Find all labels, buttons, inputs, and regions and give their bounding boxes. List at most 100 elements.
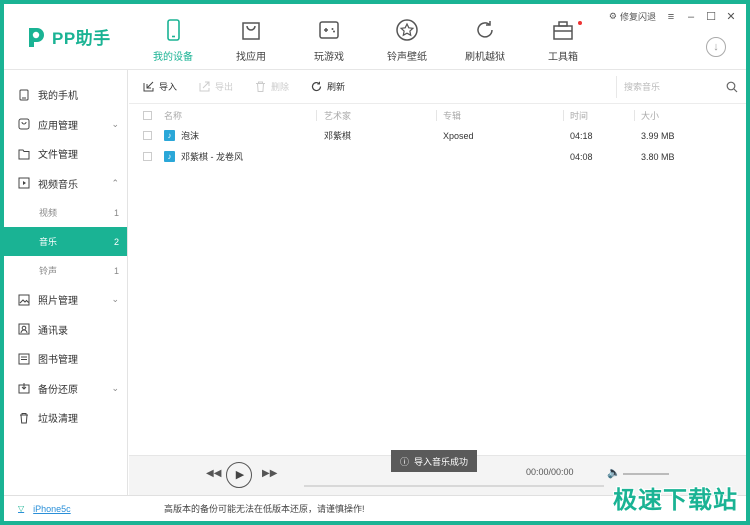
sidebar-item-video-music[interactable]: 视频音乐 ⌃ (4, 169, 127, 199)
sidebar-subitem-ringtone[interactable]: 铃声 1 (4, 256, 127, 285)
maximize-button[interactable]: ☐ (706, 10, 716, 23)
repair-crash-link[interactable]: ⚙ 修复闪退 (609, 10, 656, 23)
sidebar-item-photos[interactable]: 照片管理 ⌄ (4, 285, 127, 315)
time-cell: 04:18 (570, 130, 593, 141)
column-header-time[interactable]: 时间 (570, 109, 588, 122)
progress-bar[interactable] (304, 485, 604, 487)
sidebar-item-label: 视频音乐 (38, 179, 78, 191)
sidebar-subitem-video[interactable]: 视频 1 (4, 198, 127, 227)
refresh-icon (477, 21, 493, 38)
select-all-checkbox[interactable] (143, 110, 152, 120)
previous-track-button[interactable]: ◀◀ (206, 468, 221, 479)
sidebar-item-books[interactable]: 图书管理 (4, 344, 127, 374)
export-label: 导出 (215, 82, 234, 92)
sidebar-item-contacts[interactable]: 通讯录 (4, 315, 127, 345)
toast-notification: ⓘ 导入音乐成功 (391, 450, 477, 472)
nav-find-apps[interactable]: 找应用 (212, 18, 290, 63)
nav-label: 找应用 (236, 52, 266, 63)
row-checkbox[interactable] (143, 131, 152, 140)
nav-my-device[interactable]: 我的设备 (134, 18, 212, 63)
sidebar-item-label: 通讯录 (38, 325, 68, 337)
settings-icon: ⚙ (608, 11, 617, 21)
next-track-button[interactable]: ▶▶ (262, 468, 277, 479)
column-header-artist[interactable]: 艺术家 (324, 109, 351, 122)
import-label: 导入 (159, 82, 178, 92)
sidebar-subitem-count: 1 (113, 207, 119, 218)
table-row[interactable]: ♪ 泡沫 邓紫棋 Xposed 04:18 3.99 MB (129, 125, 746, 146)
download-icon: ↓ (713, 41, 719, 53)
column-header-name[interactable]: 名称 (164, 109, 182, 122)
export-button[interactable]: 导出 (199, 80, 233, 93)
nav-label: 工具箱 (548, 52, 578, 63)
repair-label: 修复闪退 (619, 12, 656, 22)
trash-icon (256, 81, 266, 92)
sidebar-item-my-phone[interactable]: 我的手机 (4, 80, 127, 110)
info-icon: ⓘ (399, 456, 409, 467)
sidebar-item-label: 应用管理 (38, 120, 78, 132)
song-name: 邓紫棋 - 龙卷风 (181, 152, 243, 162)
nav-jailbreak[interactable]: 刷机越狱 (446, 18, 524, 63)
menu-button[interactable]: ≡ (666, 11, 676, 23)
minimize-button[interactable]: – (686, 11, 696, 23)
column-divider (634, 110, 635, 121)
chevron-down-icon: ⌄ (111, 382, 119, 393)
sidebar-subitem-music[interactable]: 音乐 2 (4, 227, 127, 256)
app-logo: PP助手 (26, 24, 111, 49)
sidebar-item-label: 照片管理 (38, 296, 78, 308)
column-header-size[interactable]: 大小 (641, 109, 659, 122)
chevron-up-icon: ⌃ (111, 177, 119, 188)
sidebar-item-backup[interactable]: 备份还原 ⌄ (4, 374, 127, 404)
sidebar-item-label: 图书管理 (38, 355, 78, 367)
nav-label: 刷机越狱 (465, 52, 505, 63)
volume-icon[interactable]: 🔈 (607, 466, 621, 479)
import-button[interactable]: 导入 (143, 80, 177, 93)
table-row[interactable]: ♪ 邓紫棋 - 龙卷风 04:08 3.80 MB (129, 146, 746, 167)
close-button[interactable]: ✕ (726, 10, 736, 23)
play-button[interactable]: ▶ (226, 462, 252, 488)
status-bar: ▽ iPhone5c 高版本的备份可能无法在低版本还原，请谨慎操作! 极速下载站 (4, 486, 746, 521)
trash-icon (20, 412, 28, 424)
volume-slider[interactable] (623, 473, 669, 475)
device-selector[interactable]: ▽ iPhone5c (18, 504, 71, 514)
song-name: 泡沫 (181, 131, 200, 141)
star-icon (396, 19, 418, 41)
delete-button[interactable]: 删除 (255, 80, 289, 93)
sidebar-item-app-manage[interactable]: 应用管理 ⌄ (4, 110, 127, 140)
album-cell: Xposed (443, 130, 474, 141)
music-note-icon: ♪ (164, 151, 175, 162)
sidebar-item-file-manage[interactable]: 文件管理 (4, 139, 127, 169)
export-icon (199, 81, 210, 92)
site-watermark: 极速下载站 (613, 486, 738, 514)
app-window: PP助手 我的设备 找应用 玩游戏 铃声壁纸 刷机越狱 工具箱 ⚙ 修复闪退 ≡… (4, 4, 746, 521)
search-icon[interactable] (726, 81, 738, 93)
table-header: 名称 艺术家 专辑 时间 大小 (129, 105, 746, 125)
sidebar-item-label: 我的手机 (38, 91, 78, 103)
play-icon: ▶ (235, 469, 245, 481)
contacts-icon (18, 323, 30, 335)
column-header-album[interactable]: 专辑 (443, 109, 461, 122)
nav-label: 铃声壁纸 (387, 52, 427, 63)
song-name-cell: ♪ 邓紫棋 - 龙卷风 (164, 150, 243, 163)
song-name-cell: ♪ 泡沫 (164, 129, 199, 142)
sidebar-item-label: 垃圾清理 (38, 414, 78, 426)
size-cell: 3.80 MB (641, 151, 675, 162)
refresh-button[interactable]: 刷新 (311, 80, 345, 93)
sidebar-item-label: 备份还原 (38, 384, 78, 396)
row-checkbox[interactable] (143, 152, 152, 161)
music-note-icon: ♪ (164, 130, 175, 141)
sidebar-subitem-label: 音乐 (39, 237, 58, 247)
sidebar-item-cleanup[interactable]: 垃圾清理 (4, 403, 127, 433)
backup-notice: 高版本的备份可能无法在低版本还原，请谨慎操作! (164, 504, 365, 514)
sidebar: 我的手机 应用管理 ⌄ 文件管理 视频音乐 ⌃ 视频 1 音乐 2 铃声 1 照… (4, 70, 128, 521)
video-icon (18, 177, 30, 189)
import-icon (143, 81, 154, 92)
nav-toolbox[interactable]: 工具箱 (524, 18, 602, 63)
main-nav: 我的设备 找应用 玩游戏 铃声壁纸 刷机越狱 工具箱 (134, 18, 602, 63)
time-cell: 04:08 (570, 151, 593, 162)
search-input[interactable] (624, 82, 720, 92)
nav-games[interactable]: 玩游戏 (290, 18, 368, 63)
nav-ringtones[interactable]: 铃声壁纸 (368, 18, 446, 63)
download-manager-button[interactable]: ↓ (706, 37, 726, 57)
book-icon (18, 353, 30, 365)
logo-text: PP助手 (52, 29, 111, 48)
